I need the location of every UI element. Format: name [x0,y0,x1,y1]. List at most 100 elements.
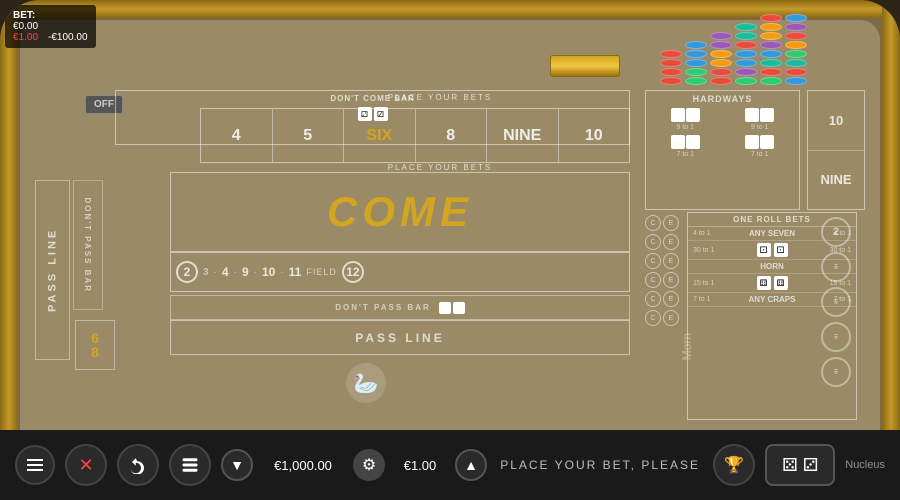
chip [710,68,732,76]
chip [735,23,757,31]
chip [785,41,807,49]
ce-pair: C E [645,291,685,307]
field-num-10: 10 [262,265,275,279]
trophy-button[interactable]: 🏆 [713,444,755,486]
chip-stack [735,23,757,85]
ce-pair: C E [645,215,685,231]
chip [685,77,707,85]
dice-pair: ⚃ ⚃ [671,108,700,122]
pass-line-left[interactable]: PASS LINE [35,180,70,360]
hardways-label: HARDWAYS [646,91,799,104]
field-num-3: 3 [203,267,209,278]
balance-up-button[interactable]: ▲ [455,449,487,481]
dp-die-1: ⚁ [439,302,451,314]
come-area[interactable]: 🦢 COME [170,172,630,252]
hamburger-icon [27,459,43,471]
bottom-bar: ✕ ▼ €1,000.00 ⚙ €1.00 [0,430,900,500]
number-box-5[interactable]: 5 [273,109,345,162]
c-circle[interactable]: C [645,291,661,307]
tr-num-nine[interactable]: NINE [808,151,864,210]
tr-num-10[interactable]: 10 [808,91,864,151]
hardway-odds-4: 7 to 1 [751,151,769,158]
hardway-odds-3: 7 to 1 [676,151,694,158]
settings-button[interactable]: ⚙ [353,449,385,481]
dice-pair: ⚄ ⚄ [745,108,774,122]
gear-icon: ⚙ [362,455,376,475]
e-circle[interactable]: E [663,234,679,250]
undo-button[interactable] [117,444,159,486]
hardway-cell-4[interactable]: ⚅ ⚅ 7 to 1 [725,135,796,158]
number-box-six[interactable]: SIX [344,109,416,162]
chip [760,41,782,49]
chip [760,32,782,40]
dice-pair: ⚅ ⚅ [745,135,774,149]
dice-roll-button[interactable]: ⚄ ⚂ [765,444,835,486]
number-boxes: 4 5 SIX 8 NINE 10 [200,108,630,163]
c-circle[interactable]: C [645,253,661,269]
c-circle[interactable]: C [645,272,661,288]
ce-column: C E C E C E C E C E [645,212,685,420]
field-label: FIELD [306,267,337,277]
chip [685,41,707,49]
close-button[interactable]: ✕ [65,444,107,486]
number-box-nine[interactable]: NINE [487,109,559,162]
e-circle[interactable]: E [663,215,679,231]
chip [660,59,682,67]
chips-tray-button[interactable] [169,444,211,486]
pass-line-bottom[interactable]: PASS LINE [170,320,630,355]
six-eight-label: 68 [91,331,99,359]
c-circle[interactable]: C [645,310,661,326]
chip [785,32,807,40]
die: ⚂ [686,135,700,149]
die: ⚄ [745,108,759,122]
field-area[interactable]: 2 3 · 4 · 9 · 10 · 11 FIELD 12 [170,252,630,292]
place-bet-text: PLACE YOUR BET, PLEASE [497,458,703,472]
bet-display: BET: €0.00 €1.00 -€100.00 [5,5,96,48]
right-circle-2[interactable]: 2 [821,217,851,247]
chip [735,77,757,85]
e-circle[interactable]: E [663,272,679,288]
hardway-cell-2[interactable]: ⚄ ⚄ 9 to 1 [725,108,796,131]
six-eight-section[interactable]: 68 [75,320,115,370]
hardway-cell-3[interactable]: ⚂ ⚂ 7 to 1 [650,135,721,158]
dont-pass-bottom[interactable]: DON'T PASS BAR ⚁ ⚂ [170,295,630,320]
right-section: HARDWAYS ⚃ ⚃ 9 to 1 ⚄ ⚄ 9 [645,90,865,420]
field-num-4: 4 [222,265,229,279]
field-num-9: 9 [242,265,249,279]
ce-pair: C E [645,310,685,326]
dice-pair: ⚂ ⚂ [671,135,700,149]
die: ⚄ [760,108,774,122]
die: ⚃ [686,108,700,122]
c-circle[interactable]: C [645,215,661,231]
chip [735,68,757,76]
c-circle[interactable]: C [645,234,661,250]
e-circle[interactable]: E [663,253,679,269]
chips-area [660,5,880,85]
right-circle-dots4: ⠿ [821,357,851,387]
bet-die-4: ⚅ [774,276,788,290]
chip [685,50,707,58]
right-circle-dots: ⠿ [821,252,851,282]
gold-bar [550,55,620,77]
dice-icon-1: ⚄ [782,455,798,476]
trophy-icon: 🏆 [724,455,744,475]
chip [760,59,782,67]
chip [760,23,782,31]
number-box-4[interactable]: 4 [201,109,273,162]
e-circle[interactable]: E [663,291,679,307]
chip [710,59,732,67]
die: ⚃ [671,108,685,122]
hardway-cell-1[interactable]: ⚃ ⚃ 9 to 1 [650,108,721,131]
balance-down-button[interactable]: ▼ [221,449,253,481]
dp-die-2: ⚂ [453,302,465,314]
hi-left: 30 to 1 [693,247,714,254]
chip [685,68,707,76]
number-box-10[interactable]: 10 [559,109,630,162]
chip [760,50,782,58]
number-box-8[interactable]: 8 [416,109,488,162]
bet-die-2: ⚀ [774,243,788,257]
chip [785,77,807,85]
chip-stack [760,14,782,85]
e-circle[interactable]: E [663,310,679,326]
menu-button[interactable] [15,445,55,485]
